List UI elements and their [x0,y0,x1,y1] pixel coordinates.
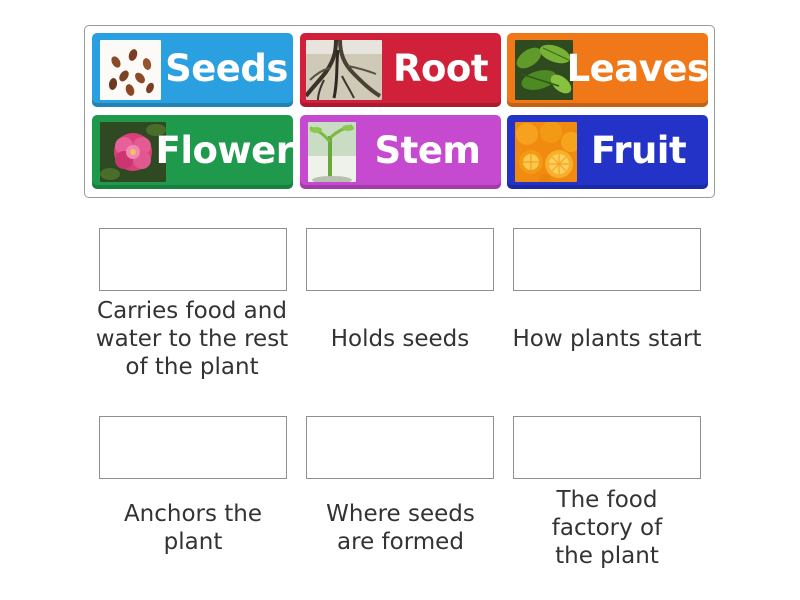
root-image [306,40,382,100]
drop-slot-5[interactable] [306,416,494,479]
stem-image [308,122,356,182]
clue-text: How plants start [512,326,702,352]
drop-slot-1[interactable] [99,228,287,291]
clue-text: Carries food and water to the rest of th… [95,298,289,380]
tile-seeds[interactable]: Seeds [92,33,293,107]
drop-slot-6[interactable] [513,416,701,479]
tile-label: Leaves [566,46,709,90]
drop-slot-2[interactable] [306,228,494,291]
tile-flower[interactable]: Flower [92,115,294,189]
tile-label: Seeds [165,46,288,90]
tile-label: Fruit [590,128,687,172]
clue-text: Holds seeds [330,326,470,352]
clue-text: The food factory of the plant [551,487,663,569]
seeds-image [100,40,161,100]
tile-stem[interactable]: Stem [300,115,501,189]
leaves-image [515,40,573,100]
tile-root[interactable]: Root [300,33,501,107]
tile-leaves[interactable]: Leaves [507,33,709,107]
tile-label: Stem [374,128,481,172]
tile-label: Flower [155,128,294,172]
fruit-image [515,122,577,182]
tile-fruit[interactable]: Fruit [507,115,708,189]
drop-slot-3[interactable] [513,228,701,291]
drop-slot-4[interactable] [99,416,287,479]
tile-label: Root [392,46,489,90]
clue-text: Where seeds are formed [326,501,475,555]
clue-text: Anchors the plant [123,501,263,555]
